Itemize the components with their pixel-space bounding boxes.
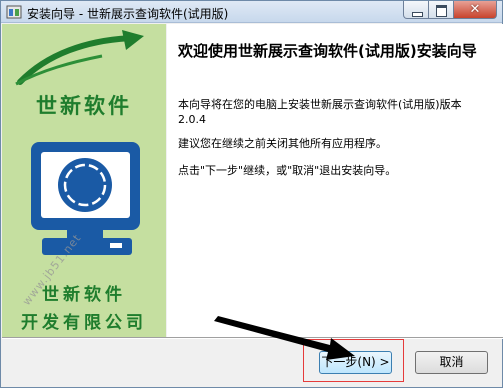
- cancel-button[interactable]: 取消: [415, 351, 488, 374]
- title-bar[interactable]: 安装向导 - 世新展示查询软件(试用版) ✕: [1, 1, 502, 23]
- minimize-button[interactable]: [403, 1, 429, 19]
- banner-company-line2: 开发有限公司: [21, 313, 147, 333]
- maximize-button[interactable]: [429, 1, 454, 19]
- wizard-version-text: 本向导将在您的电脑上安装世新展示查询软件(试用版)版本 2.0.4: [178, 98, 462, 126]
- footer-separator: [2, 337, 503, 339]
- window-controls: ✕: [403, 1, 497, 19]
- installer-icon: [6, 5, 22, 19]
- close-icon: ✕: [469, 2, 481, 17]
- swoosh-arrow-head-icon: [122, 30, 144, 50]
- wizard-content: 欢迎使用世新展示查询软件(试用版)安装向导 本向导将在您的电脑上安装世新展示查询…: [167, 24, 503, 337]
- monitor-icon: [31, 142, 140, 255]
- wizard-heading: 欢迎使用世新展示查询软件(试用版)安装向导: [178, 42, 477, 60]
- installer-window: 安装向导 - 世新展示查询软件(试用版) ✕ 世新软件 世新软件 开发有限公司 …: [0, 0, 503, 388]
- banner-brand-text: 世新软件: [36, 93, 132, 118]
- annotation-highlight-box: [303, 339, 404, 382]
- close-button[interactable]: ✕: [454, 1, 497, 19]
- wizard-advice-text: 建议您在继续之前关闭其他所有应用程序。: [178, 137, 387, 150]
- window-title: 安装向导 - 世新展示查询软件(试用版): [27, 7, 229, 21]
- wizard-instruction-text: 点击"下一步"继续，或"取消"退出安装向导。: [178, 164, 397, 177]
